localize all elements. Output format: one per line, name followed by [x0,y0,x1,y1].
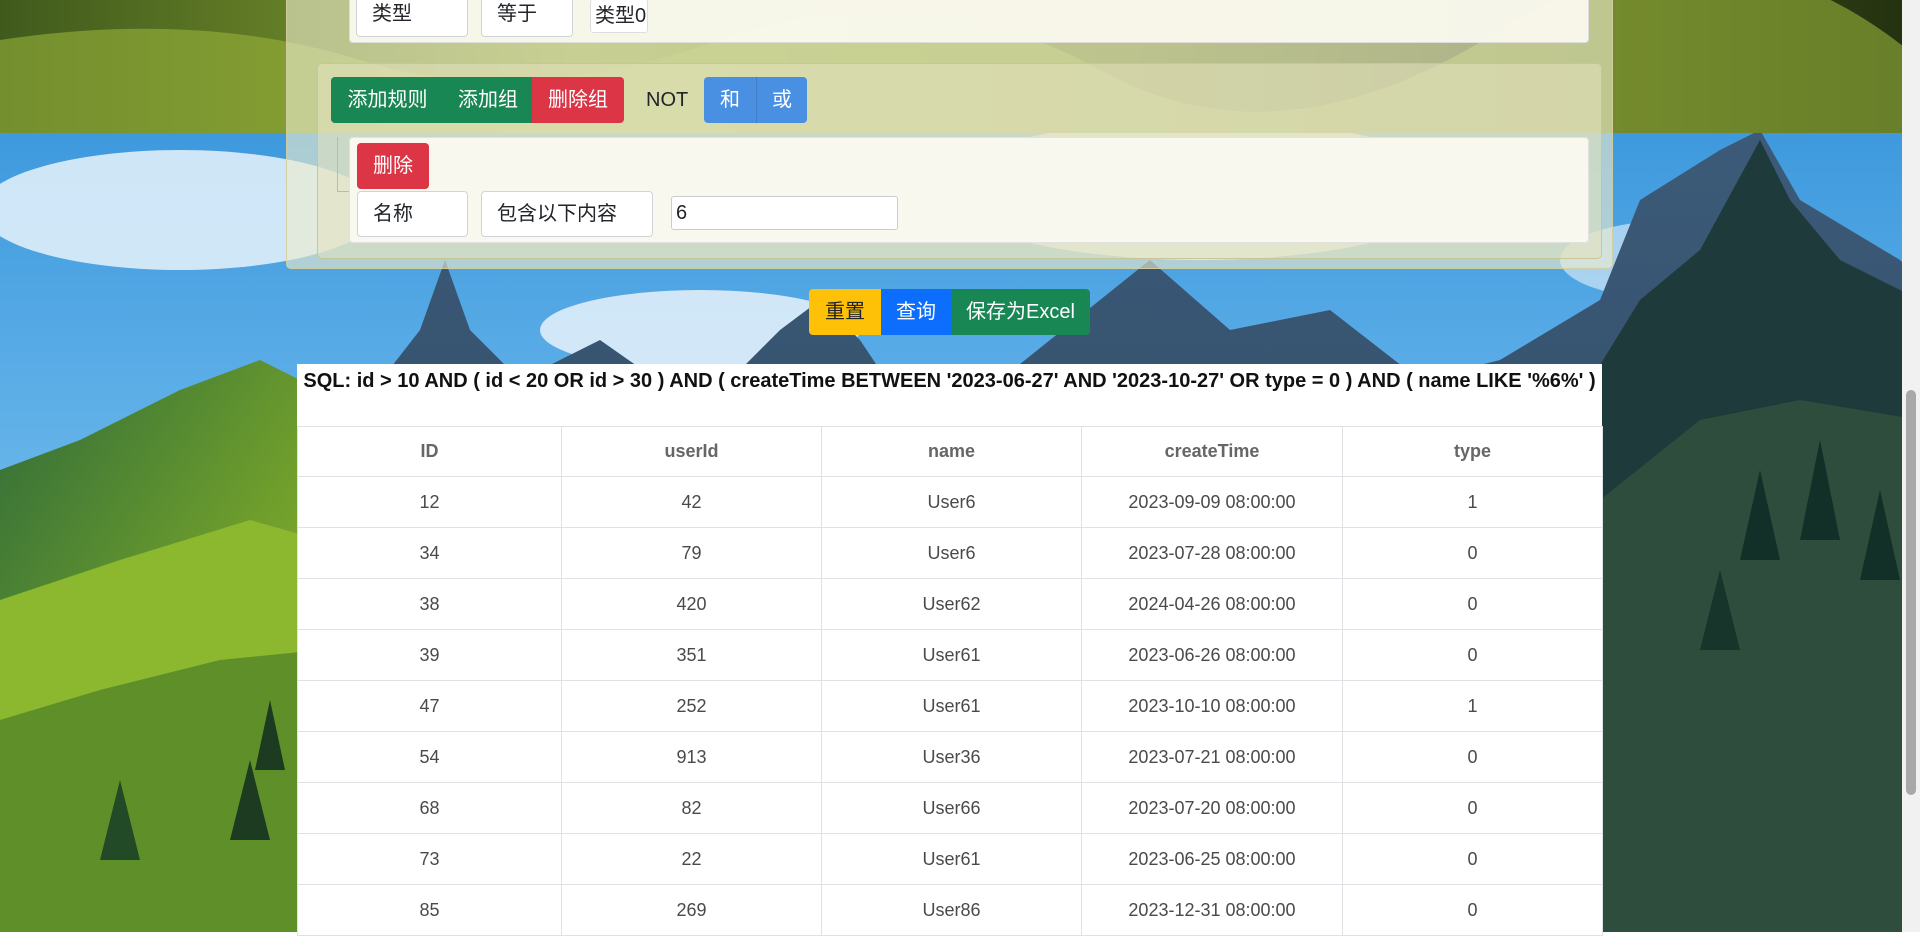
cell-userid: 42 [561,476,822,528]
cell-id: 34 [297,527,562,579]
table-row: 39 351 User61 2023-06-26 08:00:00 0 [297,629,1603,681]
cell-userid: 420 [561,578,822,630]
table-row: 73 22 User61 2023-06-25 08:00:00 0 [297,833,1603,885]
cell-type: 0 [1342,782,1603,834]
delete-rule-button[interactable]: 删除 [357,143,429,189]
sql-statement: SQL: id > 10 AND ( id < 20 OR id > 30 ) … [297,364,1602,426]
cell-id: 73 [297,833,562,885]
cell-createtime: 2023-06-25 08:00:00 [1081,833,1343,885]
table-row: 85 269 User86 2023-12-31 08:00:00 0 [297,884,1603,936]
cell-createtime: 2023-07-20 08:00:00 [1081,782,1343,834]
rule-value-input[interactable]: 6 [671,196,898,230]
rule-operator-select[interactable]: 包含以下内容 [481,191,653,237]
cell-type: 1 [1342,680,1603,732]
cell-type: 0 [1342,629,1603,681]
save-excel-button[interactable]: 保存为Excel [951,289,1090,335]
cell-userid: 79 [561,527,822,579]
cell-type: 0 [1342,527,1603,579]
cell-createtime: 2023-09-09 08:00:00 [1081,476,1343,528]
rule-operator-select[interactable]: 等于 [481,0,573,37]
cell-createtime: 2023-07-28 08:00:00 [1081,527,1343,579]
column-header-userid[interactable]: userId [561,426,822,477]
not-toggle[interactable]: NOT [646,88,688,112]
table-row: 12 42 User6 2023-09-09 08:00:00 1 [297,476,1603,528]
cell-name: User62 [821,578,1082,630]
column-header-createtime[interactable]: createTime [1081,426,1343,477]
delete-group-button[interactable]: 删除组 [532,77,624,123]
cell-createtime: 2023-06-26 08:00:00 [1081,629,1343,681]
or-button[interactable]: 或 [756,77,807,123]
cell-createtime: 2023-10-10 08:00:00 [1081,680,1343,732]
page-scrollbar[interactable] [1902,0,1920,932]
cell-id: 54 [297,731,562,783]
cell-name: User66 [821,782,1082,834]
cell-id: 47 [297,680,562,732]
cell-type: 0 [1342,884,1603,936]
table-row: 38 420 User62 2024-04-26 08:00:00 0 [297,578,1603,630]
column-header-name[interactable]: name [821,426,1082,477]
reset-button[interactable]: 重置 [809,289,881,335]
rule-field-select[interactable]: 名称 [357,191,468,237]
cell-id: 12 [297,476,562,528]
cell-name: User6 [821,476,1082,528]
cell-name: User61 [821,833,1082,885]
table-row: 34 79 User6 2023-07-28 08:00:00 0 [297,527,1603,579]
table-row: 68 82 User66 2023-07-20 08:00:00 0 [297,782,1603,834]
cell-userid: 351 [561,629,822,681]
rule-value-input[interactable]: 类型0 [590,0,648,33]
cell-type: 1 [1342,476,1603,528]
query-button[interactable]: 查询 [881,289,951,335]
cell-id: 85 [297,884,562,936]
add-group-button[interactable]: 添加组 [444,77,532,123]
rule-field-select[interactable]: 类型 [356,0,468,37]
table-row: 47 252 User61 2023-10-10 08:00:00 1 [297,680,1603,732]
cell-createtime: 2023-07-21 08:00:00 [1081,731,1343,783]
cell-name: User86 [821,884,1082,936]
scrollbar-thumb[interactable] [1906,390,1916,795]
column-header-type[interactable]: type [1342,426,1603,477]
cell-name: User6 [821,527,1082,579]
cell-userid: 269 [561,884,822,936]
cell-name: User61 [821,629,1082,681]
cell-userid: 252 [561,680,822,732]
cell-name: User36 [821,731,1082,783]
cell-id: 38 [297,578,562,630]
cell-createtime: 2023-12-31 08:00:00 [1081,884,1343,936]
cell-id: 39 [297,629,562,681]
cell-name: User61 [821,680,1082,732]
table-row: 54 913 User36 2023-07-21 08:00:00 0 [297,731,1603,783]
cell-userid: 82 [561,782,822,834]
results-table: ID userId name createTime type 12 42 Use… [297,426,1603,936]
add-rule-button[interactable]: 添加规则 [331,77,444,123]
cell-createtime: 2024-04-26 08:00:00 [1081,578,1343,630]
cell-type: 0 [1342,731,1603,783]
cell-id: 68 [297,782,562,834]
and-button[interactable]: 和 [704,77,756,123]
cell-userid: 913 [561,731,822,783]
cell-userid: 22 [561,833,822,885]
column-header-id[interactable]: ID [297,426,562,477]
cell-type: 0 [1342,578,1603,630]
cell-type: 0 [1342,833,1603,885]
table-header-row: ID userId name createTime type [297,426,1603,477]
